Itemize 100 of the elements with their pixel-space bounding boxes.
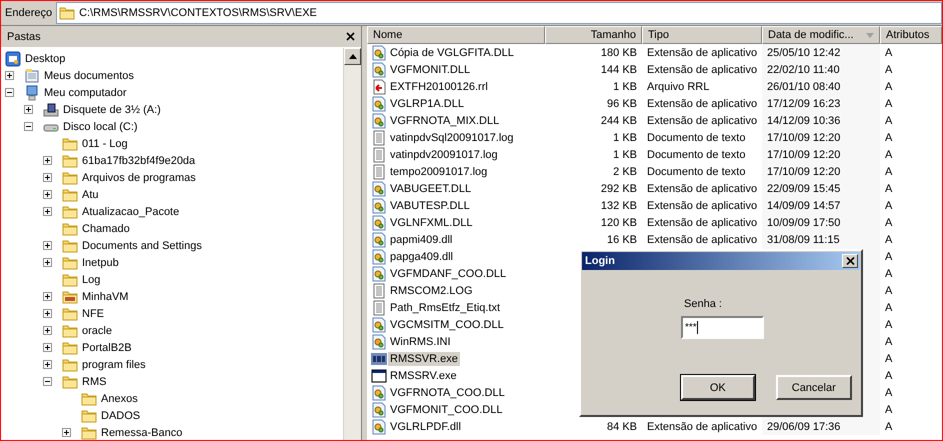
file-name[interactable]: VGLNFXML.DLL xyxy=(388,216,475,230)
password-field[interactable]: *** xyxy=(681,316,764,339)
file-name[interactable]: WinRMS.INI xyxy=(388,334,452,348)
table-cell-text: 2 KB xyxy=(612,164,638,180)
expand-toggle[interactable] xyxy=(24,105,33,114)
file-name[interactable]: VGFMDANF_COO.DLL xyxy=(388,266,508,280)
program-icon xyxy=(371,350,387,366)
tree-item[interactable]: NFE xyxy=(78,308,106,320)
file-name[interactable]: Cópia de VGLGFITA.DLL xyxy=(388,46,516,60)
file-name[interactable]: vatinpdvSql20091017.log xyxy=(388,130,516,144)
tree-item[interactable]: Inetpub xyxy=(78,256,121,268)
table-cell-text: A xyxy=(884,318,894,332)
column-header[interactable]: Data de modific... xyxy=(762,26,880,44)
tree-item[interactable]: DADOS xyxy=(97,410,142,422)
table-cell-text: A xyxy=(884,198,894,214)
dll-file-icon xyxy=(371,384,387,400)
tree-item[interactable]: Meu computador xyxy=(40,86,129,98)
folder-icon xyxy=(81,424,97,440)
file-name[interactable]: RMSCOM2.LOG xyxy=(388,284,475,298)
tree-item[interactable]: Anexos xyxy=(97,392,140,404)
file-name[interactable]: VGFRNOTA_COO.DLL xyxy=(388,386,507,400)
folder-icon xyxy=(81,390,97,406)
file-name[interactable]: VGFMONIT.DLL xyxy=(388,62,472,76)
column-header[interactable]: Atributos xyxy=(880,26,942,44)
table-cell: 31/08/09 11:15 xyxy=(762,231,880,248)
close-button[interactable] xyxy=(842,254,858,268)
tree-item[interactable]: oracle xyxy=(78,324,114,336)
close-button[interactable] xyxy=(344,30,357,43)
file-name[interactable]: papmi409.dll xyxy=(388,232,454,246)
table-cell-text: 244 KB xyxy=(600,114,638,128)
column-header[interactable]: Tamanho xyxy=(545,26,642,44)
file-name[interactable]: VGFMONIT_COO.DLL xyxy=(388,402,504,416)
window-icon xyxy=(371,368,387,384)
column-header[interactable]: Tipo xyxy=(642,26,762,44)
expand-toggle[interactable] xyxy=(43,326,52,335)
pane-title: Pastas xyxy=(7,30,41,42)
expand-toggle[interactable] xyxy=(43,360,52,369)
tree-item[interactable]: RMS xyxy=(78,376,108,388)
collapse-toggle[interactable] xyxy=(24,122,33,131)
tree-item[interactable]: Log xyxy=(78,274,102,286)
table-cell-text: 180 KB xyxy=(600,46,638,60)
table-cell-text: 84 KB xyxy=(606,420,638,434)
tree-item[interactable]: 61ba17fb32bf4f9e20da xyxy=(78,154,198,166)
ok-button[interactable]: OK xyxy=(681,375,755,400)
table-cell-text: Extensão de aplicativo xyxy=(646,114,758,128)
tree-item[interactable]: 011 - Log xyxy=(78,138,130,150)
table-cell: 17/10/09 12:20 xyxy=(762,129,880,146)
tree-item[interactable]: Atualizacao_Pacote xyxy=(78,206,182,218)
collapse-toggle[interactable] xyxy=(43,377,52,386)
file-name[interactable]: Path_RmsEtfz_Etiq.txt xyxy=(388,300,502,314)
tree-item[interactable]: program files xyxy=(78,358,148,370)
folder-icon xyxy=(62,186,78,202)
expand-toggle[interactable] xyxy=(43,309,52,318)
file-name[interactable]: papga409.dll xyxy=(388,250,456,264)
collapse-toggle[interactable] xyxy=(5,88,14,97)
expand-toggle[interactable] xyxy=(43,173,52,182)
file-name[interactable]: RMSSVR.exe xyxy=(388,352,460,366)
file-name[interactable]: VGLRLPDF.dll xyxy=(388,420,463,434)
expand-toggle[interactable] xyxy=(43,241,52,250)
expand-toggle[interactable] xyxy=(43,292,52,301)
folder-icon xyxy=(62,204,78,220)
tree-item[interactable]: Atu xyxy=(78,188,101,200)
scroll-up-button[interactable] xyxy=(344,48,361,65)
table-cell-text: A xyxy=(884,114,894,128)
address-field[interactable]: C:\RMS\RMSSRV\CONTEXTOS\RMS\SRV\EXE xyxy=(56,2,942,24)
text-file-icon xyxy=(371,282,387,298)
tree-item[interactable]: Chamado xyxy=(78,222,132,234)
file-name[interactable]: VABUTESP.DLL xyxy=(388,198,472,212)
file-name[interactable]: EXTFH20100126.rrl xyxy=(388,80,490,94)
file-name[interactable]: tempo20091017.log xyxy=(388,164,490,178)
table-cell-text: A xyxy=(884,62,894,78)
file-name[interactable]: vatinpdv20091017.log xyxy=(388,148,500,162)
file-name[interactable]: VGCMSITM_COO.DLL xyxy=(388,318,506,332)
tree-item[interactable]: PortalB2B xyxy=(78,342,134,354)
table-cell-text: A xyxy=(884,352,894,366)
file-name[interactable]: VGFRNOTA_MIX.DLL xyxy=(388,114,502,128)
tree-item[interactable]: Documents and Settings xyxy=(78,240,204,252)
tree-item[interactable]: Desktop xyxy=(21,52,68,64)
expand-toggle[interactable] xyxy=(43,258,52,267)
tree-item[interactable]: Remessa-Banco xyxy=(97,426,184,438)
expand-toggle[interactable] xyxy=(43,343,52,352)
file-name[interactable]: RMSSRV.exe xyxy=(388,368,459,382)
cancel-button[interactable]: Cancelar xyxy=(776,375,852,400)
expand-toggle[interactable] xyxy=(43,190,52,199)
tree-item[interactable]: MinhaVM xyxy=(78,290,130,302)
file-name[interactable]: VGLRP1A.DLL xyxy=(388,96,466,110)
expand-toggle[interactable] xyxy=(43,156,52,165)
dll-file-icon xyxy=(371,316,387,332)
tree-item[interactable]: Meus documentos xyxy=(40,70,136,82)
floppy-drive-icon xyxy=(43,102,59,118)
dll-file-icon xyxy=(371,232,387,248)
expand-toggle[interactable] xyxy=(5,71,14,80)
tree-item[interactable]: Disco local (C:) xyxy=(59,120,140,132)
expand-toggle[interactable] xyxy=(62,428,71,437)
file-name[interactable]: VABUGEET.DLL xyxy=(388,182,474,196)
tree-item[interactable]: Disquete de 3½ (A:) xyxy=(59,104,163,116)
column-header[interactable]: Nome xyxy=(367,26,545,44)
expand-toggle[interactable] xyxy=(43,207,52,216)
tree-item[interactable]: Arquivos de programas xyxy=(78,172,198,184)
address-path: C:\RMS\RMSSRV\CONTEXTOS\RMS\SRV\EXE xyxy=(79,7,317,19)
